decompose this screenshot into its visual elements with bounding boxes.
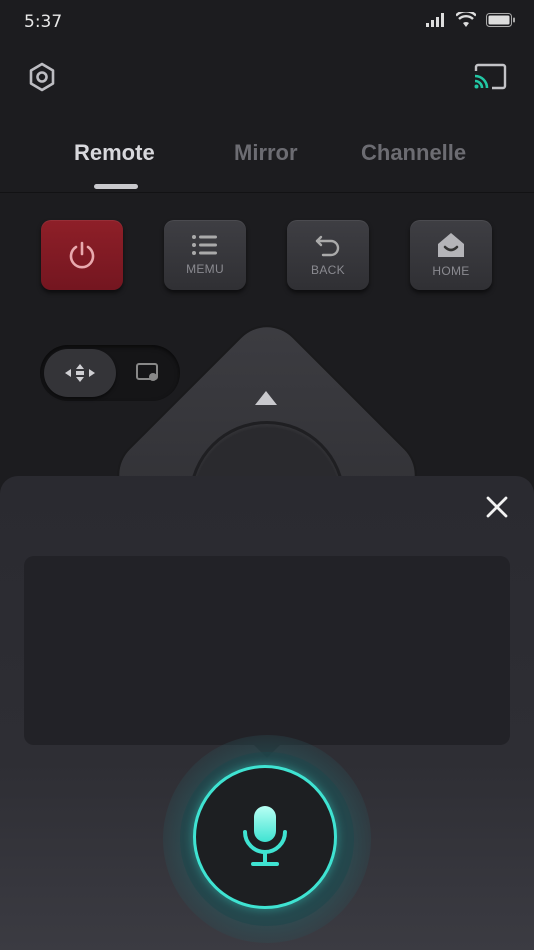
battery-icon: [486, 13, 515, 27]
back-button[interactable]: BACK: [287, 220, 369, 290]
wifi-icon: [456, 12, 476, 27]
tab-indicator: [94, 184, 138, 189]
waveform-panel: [24, 556, 510, 745]
cast-button[interactable]: [472, 62, 508, 97]
back-arrow-icon: [315, 235, 340, 257]
microphone-button[interactable]: [193, 765, 337, 909]
control-mode-toggle: [40, 345, 180, 401]
close-button[interactable]: [482, 492, 512, 522]
status-time: 5:37: [24, 12, 63, 32]
home-button[interactable]: HOME: [410, 220, 492, 290]
back-label: BACK: [311, 263, 345, 277]
gear-icon: [29, 62, 55, 92]
touchpad-mode-button[interactable]: [120, 349, 176, 397]
dpad-mode-button[interactable]: [44, 349, 116, 397]
triangle-up-icon: [255, 391, 277, 405]
settings-button[interactable]: [27, 62, 57, 97]
list-icon: [192, 235, 217, 255]
home-label: HOME: [432, 264, 470, 278]
status-bar: 5:37: [0, 0, 534, 44]
direction-arrows-icon: [65, 364, 95, 382]
tab-mirror[interactable]: Mirror: [234, 140, 298, 166]
microphone-icon: [243, 806, 287, 866]
signal-icon: [426, 13, 444, 27]
cast-icon: [474, 63, 507, 90]
audio-waveform: [107, 612, 447, 688]
menu-label: MEMU: [186, 262, 224, 276]
status-icons: [426, 12, 516, 28]
tab-bar: Remote Mirror Channelle: [0, 130, 534, 193]
tab-channelle[interactable]: Channelle: [361, 140, 466, 166]
home-icon: [438, 233, 464, 257]
dpad-up-button[interactable]: [254, 389, 278, 412]
close-icon: [486, 496, 508, 518]
menu-button[interactable]: MEMU: [164, 220, 246, 290]
power-icon: [69, 241, 95, 269]
touchpad-icon: [136, 363, 158, 381]
power-button[interactable]: [41, 220, 123, 290]
tab-remote[interactable]: Remote: [74, 140, 155, 166]
